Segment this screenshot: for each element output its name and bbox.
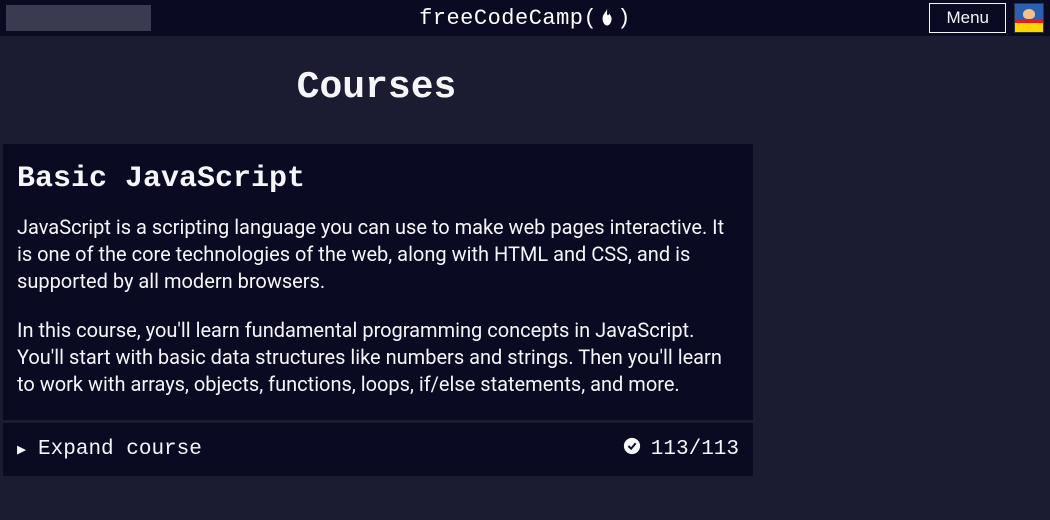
page-title: Courses [0, 36, 753, 144]
expand-label: Expand course [38, 438, 202, 461]
course-description-2: In this course, you'll learn fundamental… [17, 317, 739, 398]
header-right: Menu [929, 3, 1044, 33]
check-circle-icon [623, 437, 641, 462]
menu-button[interactable]: Menu [929, 3, 1006, 33]
course-description-1: JavaScript is a scripting language you c… [17, 214, 739, 295]
search-input[interactable] [6, 5, 151, 31]
course-title: Basic JavaScript [17, 162, 739, 196]
triangle-right-icon: ▶ [17, 440, 26, 459]
expand-left: ▶ Expand course [17, 438, 202, 461]
course-card: Basic JavaScript JavaScript is a scripti… [3, 144, 753, 420]
logo-text-left: freeCodeCamp( [419, 6, 597, 31]
logo: freeCodeCamp( ) [419, 6, 631, 31]
avatar[interactable] [1014, 3, 1044, 33]
progress-count: 113/113 [651, 438, 739, 461]
expand-course-button[interactable]: ▶ Expand course 113/113 [3, 423, 753, 476]
expand-right: 113/113 [623, 437, 739, 462]
logo-text-right: ) [617, 6, 631, 31]
header: freeCodeCamp( ) Menu [0, 0, 1050, 36]
fire-icon [598, 7, 616, 29]
